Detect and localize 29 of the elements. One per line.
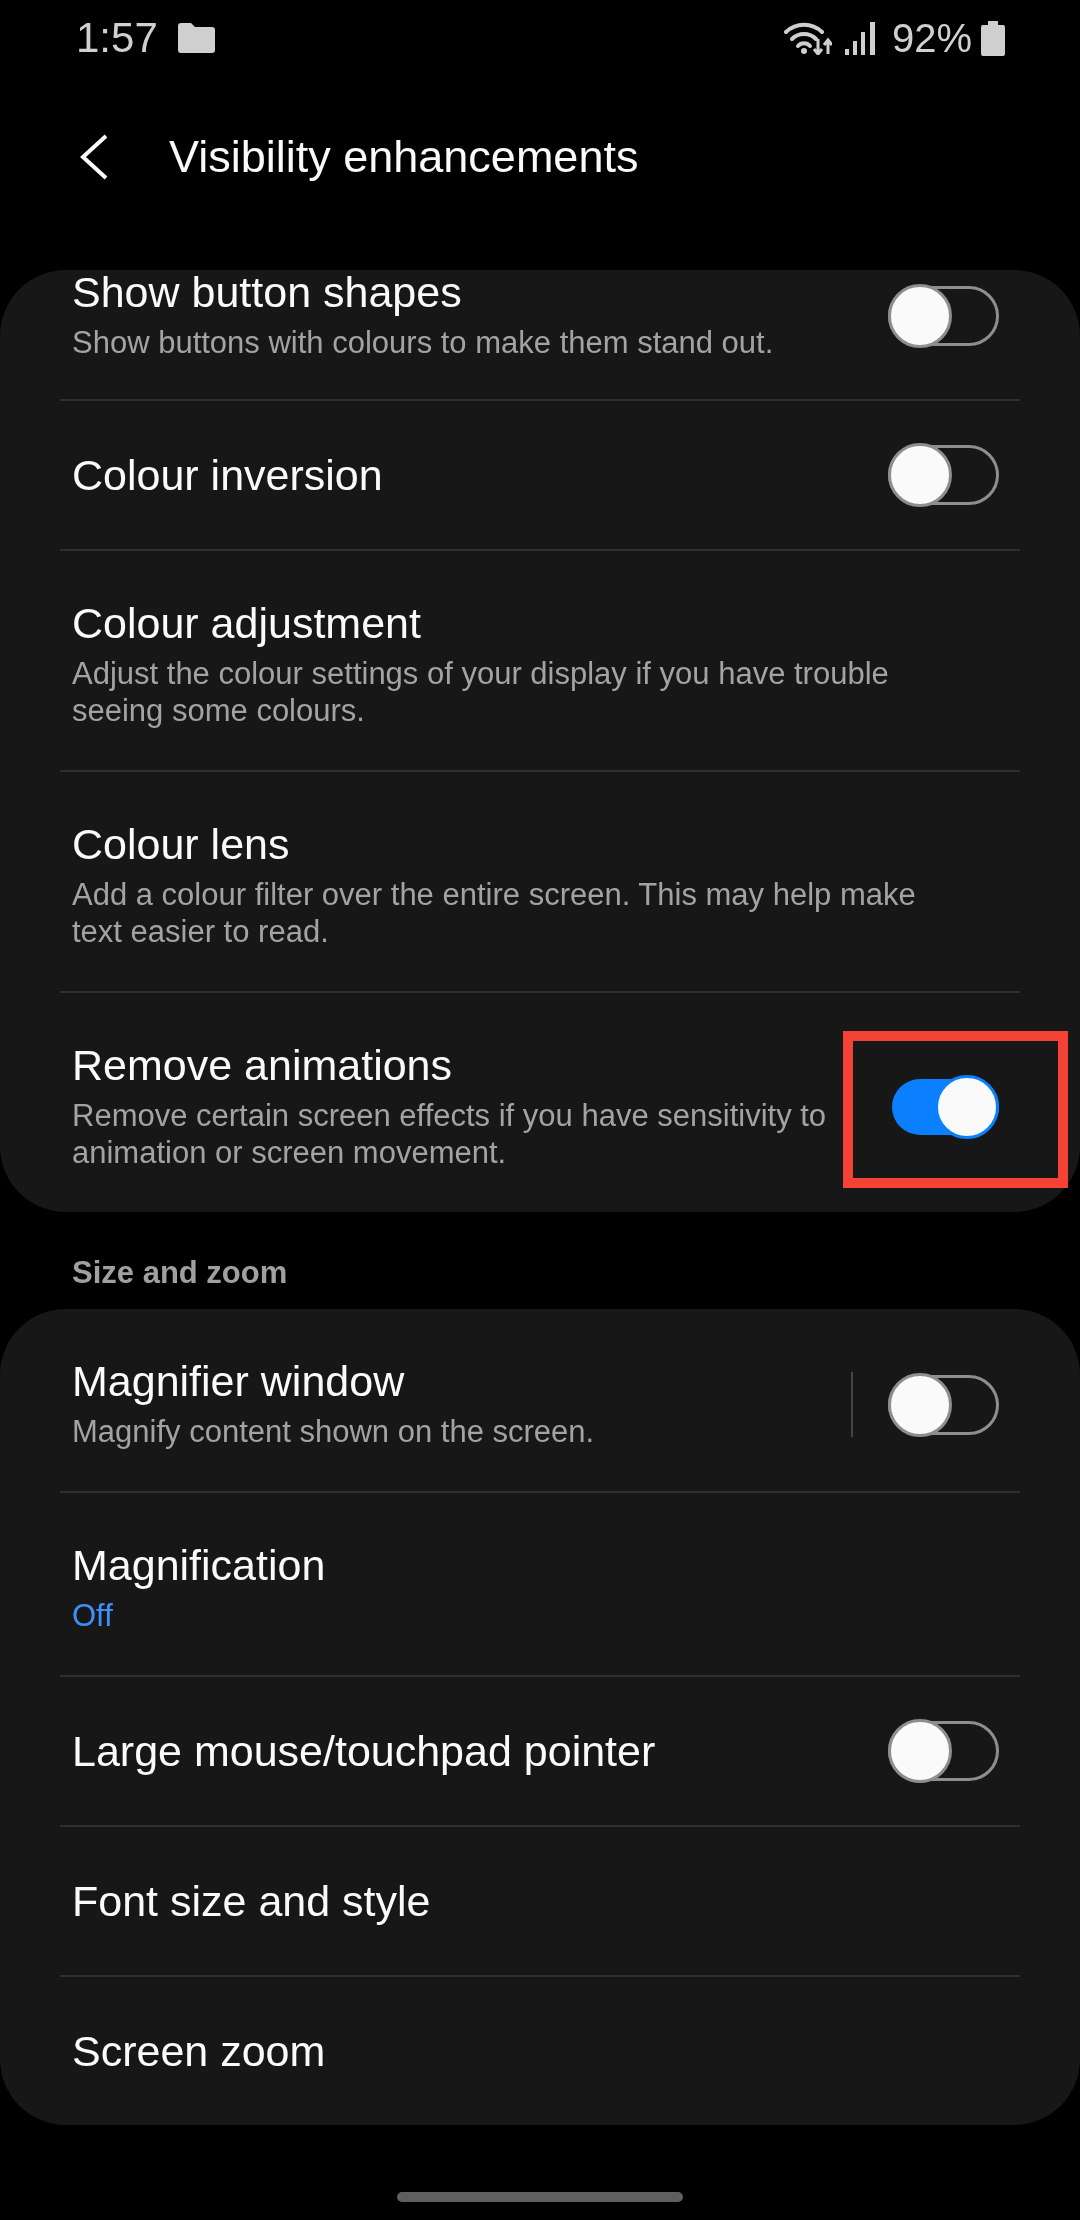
battery-percentage: 92% <box>891 15 972 62</box>
setting-description: Adjust the colour settings of your display if you have trouble seeing some colours. <box>72 655 890 729</box>
setting-description: Add a colour filter over the entire screen. This may help make text easier to read. <box>72 876 917 950</box>
setting-title[interactable]: Large mouse/touchpad pointer <box>72 1729 850 1773</box>
setting-title[interactable]: Remove animations <box>72 1043 850 1087</box>
wifi-icon <box>783 21 832 55</box>
setting-value: Off <box>72 1597 114 1634</box>
back-icon[interactable] <box>79 134 109 180</box>
setting-title[interactable]: Colour adjustment <box>72 601 960 645</box>
setting-description: Magnify content shown on the screen. <box>72 1413 596 1450</box>
setting-title[interactable]: Screen zoom <box>72 2029 960 2073</box>
page-title: Visibility enhancements <box>169 135 639 179</box>
toggle-switch[interactable] <box>888 1372 999 1437</box>
setting-description: Remove certain screen effects if you have sensitivity to animation or screen movement. <box>72 1097 828 1171</box>
toggle-switch[interactable] <box>888 283 999 348</box>
toggle-switch[interactable] <box>888 1719 999 1783</box>
setting-description: Show buttons with colours to make them stand out. <box>72 324 775 361</box>
setting-title[interactable]: Colour lens <box>72 822 960 866</box>
toggle-switch[interactable] <box>888 443 999 507</box>
setting-title[interactable]: Magnifier window <box>72 1359 831 1403</box>
setting-title[interactable]: Font size and style <box>72 1879 960 1923</box>
setting-title[interactable]: Magnification <box>72 1543 960 1587</box>
section-header: Size and zoom <box>72 1254 289 1292</box>
battery-icon <box>981 20 1005 56</box>
signal-icon <box>844 21 875 55</box>
setting-title[interactable]: Show button shapes <box>72 270 850 314</box>
folder-icon <box>177 23 215 53</box>
status-time: 1:57 <box>76 14 158 62</box>
setting-title[interactable]: Colour inversion <box>72 453 850 497</box>
